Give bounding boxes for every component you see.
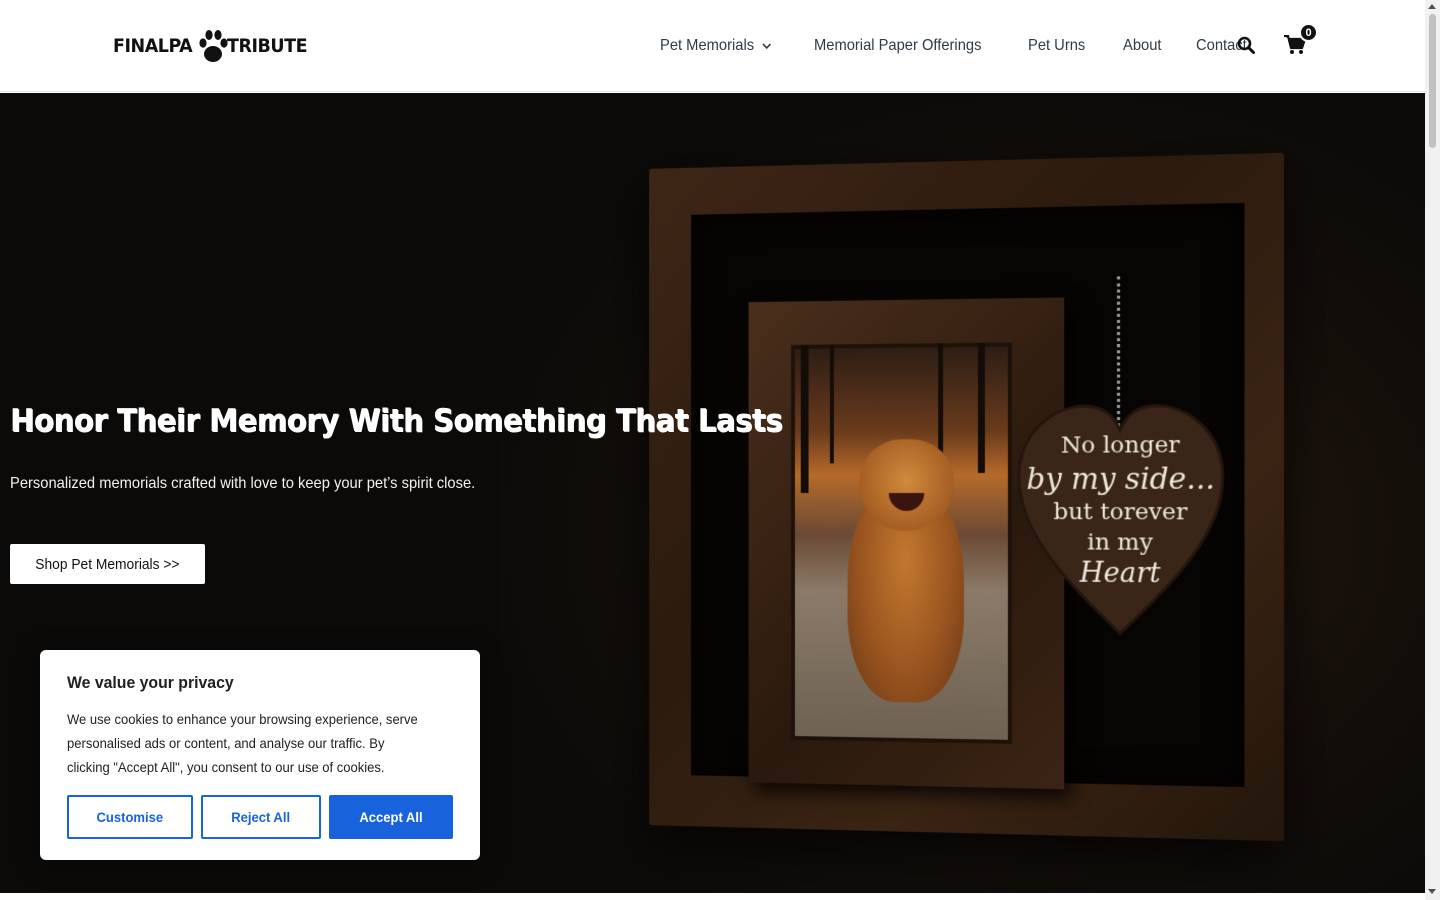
dog-photo [791,342,1012,744]
heart-line-4: in my [1087,529,1153,556]
nav-item-label: About [1122,37,1161,54]
tree-silhouette [977,342,985,473]
cookie-description: We use cookies to enhance your browsing … [67,711,418,775]
nav-item-label: Pet Urns [1028,37,1086,54]
heart-line-5: Heart [1079,557,1161,590]
heart-line-2: by my side... [1026,461,1215,496]
button-label: Shop Pet Memorials >> [35,555,180,573]
nav-item-pet-urns[interactable]: Pet Urns [1028,37,1085,55]
scroll-up-arrow-icon[interactable] [1428,4,1436,9]
nav-item-pet-memorials[interactable]: Pet Memorials [660,37,772,55]
memorial-frame-image: No longer by my side... but torever in m… [649,152,1284,842]
nav-item-memorial-paper-offerings[interactable]: Memorial Paper Offerings [814,37,981,55]
reject-all-button[interactable]: Reject All [201,795,321,839]
main-nav: Pet Memorials Memorial Paper Offerings P… [660,0,1283,92]
hero-subtitle: Personalized memorials crafted with love… [10,475,476,492]
heart-line-1: No longer [1060,431,1180,459]
tree-silhouette [938,343,944,454]
scrollbar-thumb[interactable] [1429,14,1436,148]
cart-count-badge: 0 [1299,23,1318,42]
logo-text-right: TRIBUTE [227,35,308,57]
hero-title: Honor Their Memory With Something That L… [10,403,783,439]
shop-pet-memorials-button[interactable]: Shop Pet Memorials >> [10,544,205,584]
vertical-scrollbar[interactable] [1425,0,1440,900]
cookie-consent-banner: We value your privacy We use cookies to … [40,650,480,860]
heart-plaque-text: No longer by my side... but torever in m… [1017,430,1225,591]
scroll-down-arrow-icon[interactable] [1428,889,1436,894]
site-logo[interactable]: FINALPA TRIBUTE [113,27,314,65]
paw-icon [199,30,228,62]
site-header: FINALPA TRIBUTE Pet Memorials Memorial P… [0,0,1425,92]
logo-text-left: FINALPA [113,35,193,57]
button-label: Reject All [231,809,291,825]
dog-head [859,439,955,531]
cookie-title: We value your privacy [67,673,234,692]
nav-item-label: Memorial Paper Offerings [814,37,982,54]
tree-silhouette [829,344,834,464]
button-label: Customise [96,809,164,825]
tree-silhouette [800,344,809,494]
button-label: Accept All [359,809,423,825]
frame-shadowbox: No longer by my side... but torever in m… [691,202,1245,790]
accept-all-button[interactable]: Accept All [329,795,453,839]
nav-item-label: Pet Memorials [660,37,755,54]
chevron-down-icon [762,43,772,50]
customise-button[interactable]: Customise [67,795,193,839]
page-bottom-strip [0,893,1425,900]
heart-line-3: but torever [1053,499,1188,526]
nav-item-about[interactable]: About [1123,37,1161,55]
search-icon[interactable] [1237,36,1255,54]
